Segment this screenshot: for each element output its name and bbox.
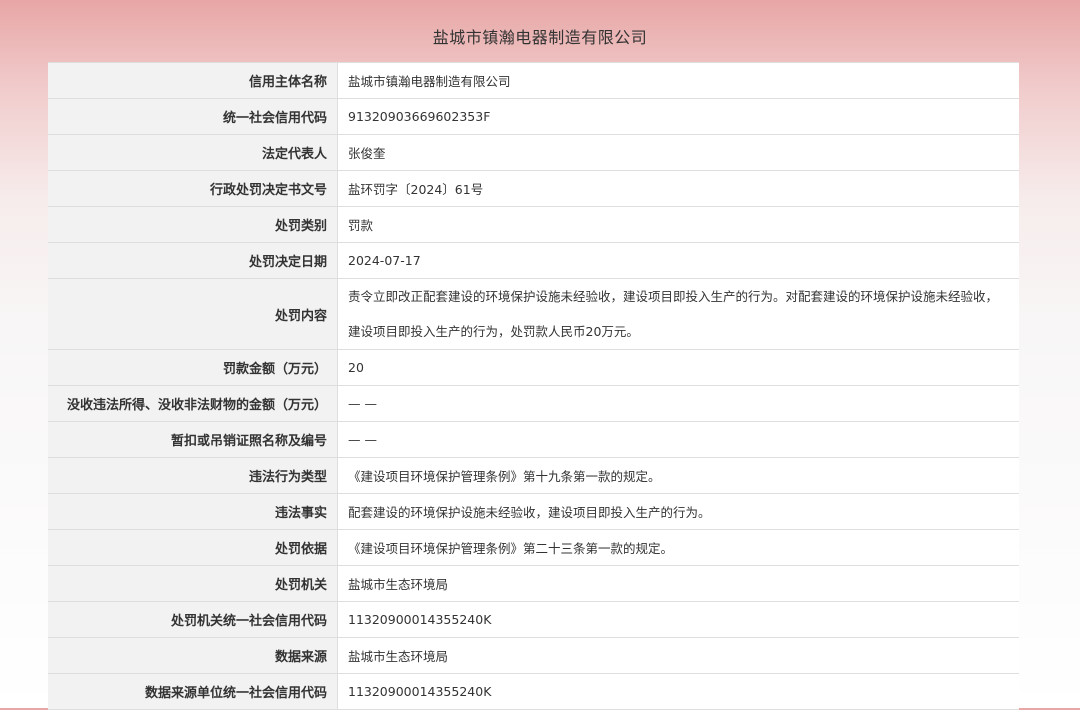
row-label: 数据来源 [48,638,338,673]
row-value: 盐环罚字〔2024〕61号 [338,171,1019,206]
row-label: 数据来源单位统一社会信用代码 [48,674,338,709]
table-row-penalty-authority: 处罚机关 盐城市生态环境局 [48,566,1019,602]
table-row-penalty-basis: 处罚依据 《建设项目环境保护管理条例》第二十三条第一款的规定。 [48,530,1019,566]
row-label: 处罚决定日期 [48,243,338,278]
table-row-legal-rep: 法定代表人 张俊奎 [48,135,1019,171]
row-label: 处罚依据 [48,530,338,565]
row-value: — — [338,422,1019,457]
info-table: 信用主体名称 盐城市镇瀚电器制造有限公司 统一社会信用代码 9132090366… [48,62,1019,710]
row-value: — — [338,386,1019,421]
row-value: 责令立即改正配套建设的环境保护设施未经验收，建设项目即投入生产的行为。对配套建设… [338,279,1019,349]
row-label: 法定代表人 [48,135,338,170]
row-value: 盐城市生态环境局 [338,566,1019,601]
page-title: 盐城市镇瀚电器制造有限公司 [432,28,648,47]
row-label: 信用主体名称 [48,63,338,98]
row-value: 盐城市镇瀚电器制造有限公司 [338,63,1019,98]
table-row-violation-type: 违法行为类型 《建设项目环境保护管理条例》第十九条第一款的规定。 [48,458,1019,494]
table-row-data-source: 数据来源 盐城市生态环境局 [48,638,1019,674]
table-row-decision-number: 行政处罚决定书文号 盐环罚字〔2024〕61号 [48,171,1019,207]
table-row-authority-credit-code: 处罚机关统一社会信用代码 11320900014355240K [48,602,1019,638]
row-label: 处罚机关统一社会信用代码 [48,602,338,637]
row-label: 统一社会信用代码 [48,99,338,134]
row-label: 罚款金额（万元） [48,350,338,385]
table-row-entity-name: 信用主体名称 盐城市镇瀚电器制造有限公司 [48,63,1019,99]
row-label: 行政处罚决定书文号 [48,171,338,206]
row-label: 没收违法所得、没收非法财物的金额（万元） [48,386,338,421]
row-label: 暂扣或吊销证照名称及编号 [48,422,338,457]
table-row-penalty-type: 处罚类别 罚款 [48,207,1019,243]
row-value: 11320900014355240K [338,602,1019,637]
row-value: 91320903669602353F [338,99,1019,134]
row-value: 盐城市生态环境局 [338,638,1019,673]
row-label: 违法行为类型 [48,458,338,493]
row-label: 违法事实 [48,494,338,529]
row-value: 20 [338,350,1019,385]
table-row-decision-date: 处罚决定日期 2024-07-17 [48,243,1019,279]
table-row-credit-code: 统一社会信用代码 91320903669602353F [48,99,1019,135]
table-row-violation-facts: 违法事实 配套建设的环境保护设施未经验收，建设项目即投入生产的行为。 [48,494,1019,530]
row-value: 罚款 [338,207,1019,242]
table-row-source-credit-code: 数据来源单位统一社会信用代码 11320900014355240K [48,674,1019,710]
table-row-confiscation-amount: 没收违法所得、没收非法财物的金额（万元） — — [48,386,1019,422]
row-value: 2024-07-17 [338,243,1019,278]
row-value: 《建设项目环境保护管理条例》第二十三条第一款的规定。 [338,530,1019,565]
row-value: 张俊奎 [338,135,1019,170]
row-value: 11320900014355240K [338,674,1019,709]
row-label: 处罚内容 [48,279,338,349]
table-row-fine-amount: 罚款金额（万元） 20 [48,350,1019,386]
row-label: 处罚类别 [48,207,338,242]
table-row-penalty-content: 处罚内容 责令立即改正配套建设的环境保护设施未经验收，建设项目即投入生产的行为。… [48,279,1019,350]
row-label: 处罚机关 [48,566,338,601]
row-value: 配套建设的环境保护设施未经验收，建设项目即投入生产的行为。 [338,494,1019,529]
table-row-license-revocation: 暂扣或吊销证照名称及编号 — — [48,422,1019,458]
row-value: 《建设项目环境保护管理条例》第十九条第一款的规定。 [338,458,1019,493]
